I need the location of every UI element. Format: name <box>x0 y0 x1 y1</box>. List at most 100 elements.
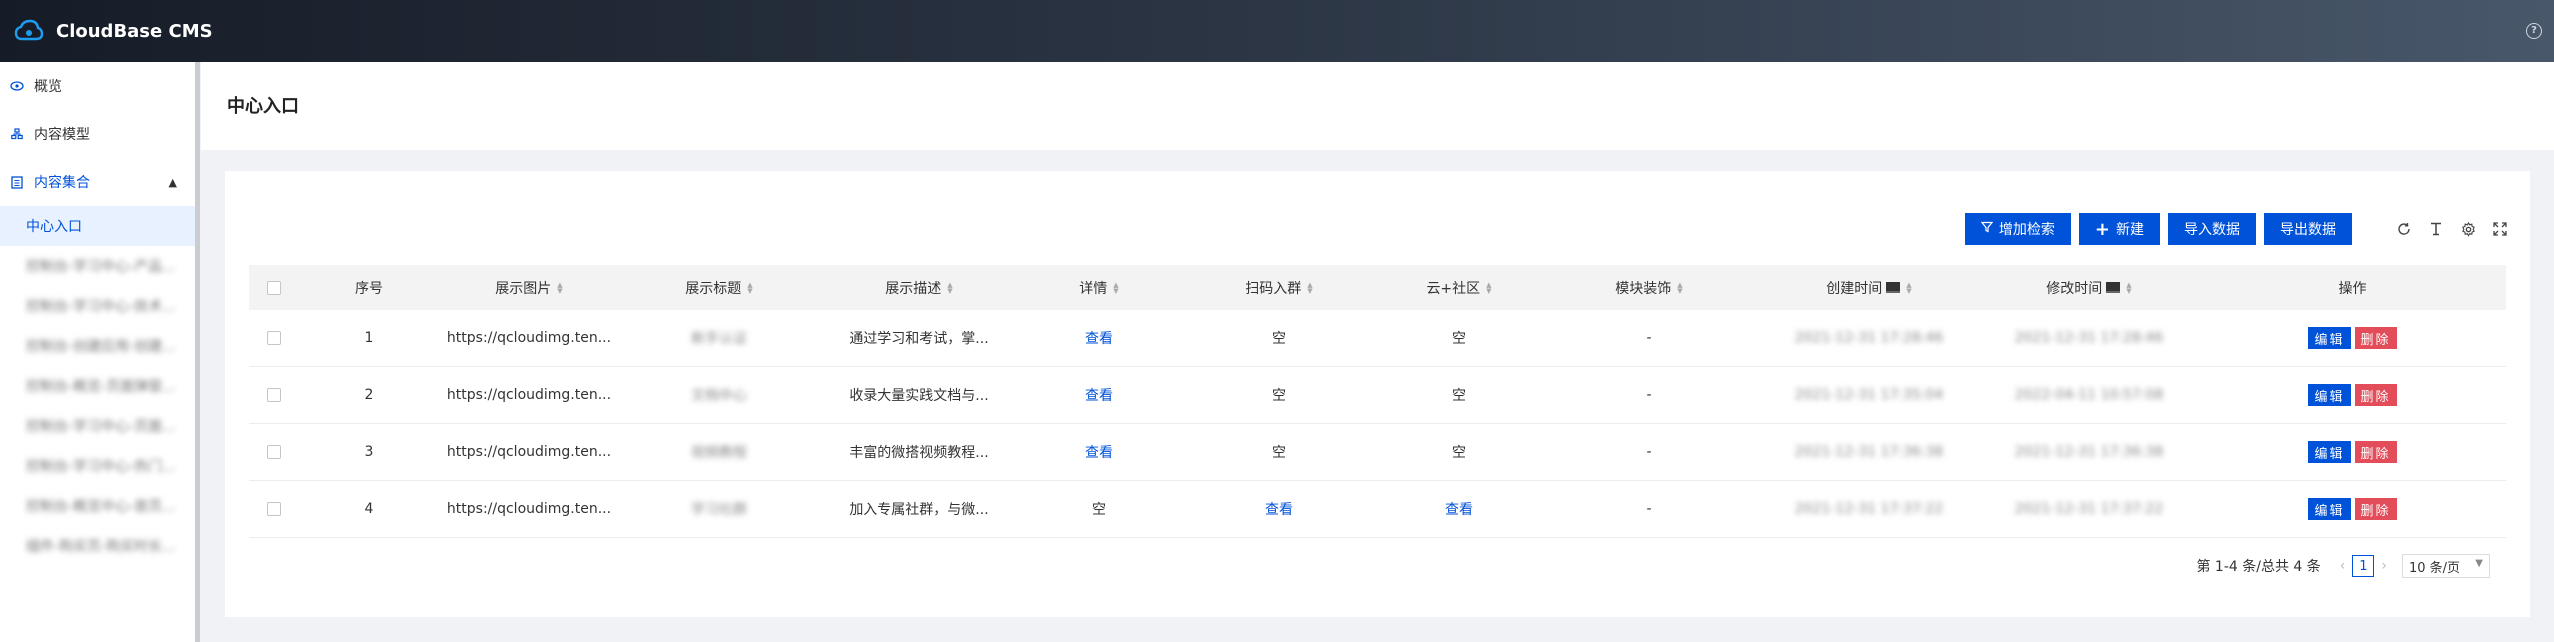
cell-index: 2 <box>364 387 374 403</box>
cell-desc: 加入专属社群，与微... <box>849 502 989 518</box>
sidebar-sub-item[interactable]: 控制台-概览-页面弹窗... <box>0 366 199 406</box>
pagination-summary: 第 1-4 条/总共 4 条 <box>2196 559 2321 575</box>
collection-icon <box>10 175 24 189</box>
delete-button[interactable]: 删除 <box>2354 327 2397 349</box>
cell-scan: 空 <box>1272 388 1286 404</box>
sidebar-sub-item[interactable]: 插件-购买页-购买时长... <box>0 526 199 566</box>
add-filter-button[interactable]: 增加检索 <box>1964 213 2071 245</box>
sidebar-sub-item[interactable]: 控制台-创建应用-创建... <box>0 326 199 366</box>
cell-modified: 2022-04-11 10:57:08 <box>2014 387 2164 403</box>
sidebar-sub-item[interactable]: 控制台-学习中心-热门... <box>0 446 199 486</box>
help-circle-icon[interactable]: ? <box>2526 23 2542 39</box>
settings-icon[interactable] <box>2460 221 2476 237</box>
cell-image-url: https://qcloudimg.ten... <box>446 444 612 460</box>
sidebar-item-content-collection[interactable]: 内容集合 ▲ <box>0 158 199 206</box>
edit-button[interactable]: 编辑 <box>2308 498 2351 520</box>
cell-scan: 空 <box>1272 445 1286 461</box>
cell-detail-link[interactable]: 查看 <box>1019 442 1179 462</box>
sidebar-sub-item-center-entry[interactable]: 中心入口 <box>0 206 199 246</box>
cell-modified: 2021-12-31 17:28:46 <box>2014 330 2164 346</box>
select-all-checkbox[interactable] <box>267 280 281 295</box>
cell-detail-link[interactable]: 查看 <box>1019 385 1179 405</box>
cell-created: 2021-12-31 17:28:46 <box>1794 330 1944 346</box>
text-height-icon[interactable] <box>2428 221 2444 237</box>
cell-desc: 丰富的微搭视频教程... <box>849 445 989 461</box>
chevron-right-icon[interactable]: › <box>2381 558 2387 574</box>
cell-module: - <box>1646 501 1652 517</box>
row-checkbox[interactable] <box>267 445 281 459</box>
fullscreen-icon[interactable] <box>2492 221 2508 237</box>
app-title: CloudBase CMS <box>56 20 213 42</box>
cell-scan-link[interactable]: 查看 <box>1179 499 1379 519</box>
cell-index: 1 <box>364 330 374 346</box>
table-header-row: 序号 展示图片 ▲ ▼ 展示标题 ▲ ▼ 展示描述 ▲ ▼ 详情 ▲ ▼ 扫码入群 ▲ ▼ 云+社区… <box>249 265 2506 310</box>
cell-created: 2021-12-31 17:36:38 <box>1794 444 1944 460</box>
eye-icon <box>10 79 24 93</box>
cell-modified: 2021-12-31 17:36:38 <box>2014 444 2164 460</box>
sort-icon[interactable]: ▲ ▼ <box>947 281 952 294</box>
sidebar-item-label: 概览 <box>34 79 62 95</box>
sort-icon[interactable]: ▲ ▼ <box>1486 281 1491 294</box>
delete-button[interactable]: 删除 <box>2354 441 2397 463</box>
cell-index: 3 <box>364 444 374 460</box>
cell-desc: 通过学习和考试，掌... <box>849 331 989 347</box>
new-button[interactable]: + 新建 <box>2078 213 2160 245</box>
cell-cloud-link[interactable]: 查看 <box>1379 499 1539 519</box>
refresh-icon[interactable] <box>2396 221 2412 237</box>
edit-button[interactable]: 编辑 <box>2308 327 2351 349</box>
row-checkbox[interactable] <box>267 388 281 402</box>
cloudbase-logo-icon[interactable] <box>12 14 46 48</box>
sort-icon[interactable]: ▲ ▼ <box>1113 281 1118 294</box>
sidebar-sub-item[interactable]: 控制台-学习中心-产品... <box>0 246 199 286</box>
delete-button[interactable]: 删除 <box>2354 384 2397 406</box>
sidebar-scrollbar[interactable] <box>195 62 200 642</box>
sidebar-sub-item[interactable]: 控制台-学习中心-页面... <box>0 406 199 446</box>
column-header-title[interactable]: 展示标题 ▲ ▼ <box>619 278 819 298</box>
page-number-button[interactable]: 1 <box>2352 555 2375 577</box>
cell-created: 2021-12-31 17:35:04 <box>1794 387 1944 403</box>
column-header-module[interactable]: 模块装饰 ▲ ▼ <box>1539 278 1759 298</box>
chevron-up-icon[interactable]: ▲ <box>169 176 177 189</box>
edit-button[interactable]: 编辑 <box>2308 441 2351 463</box>
page-size-select[interactable]: 10 条/页 ▼ <box>2402 554 2490 578</box>
cell-detail-link[interactable]: 查看 <box>1019 328 1179 348</box>
cell-image-url: https://qcloudimg.ten... <box>446 330 612 346</box>
sidebar-sub-item[interactable]: 控制台-学习中心-技术... <box>0 286 199 326</box>
delete-button[interactable]: 删除 <box>2354 498 2397 520</box>
cell-title: 学习社群 <box>691 502 747 518</box>
column-header-detail[interactable]: 详情 ▲ ▼ <box>1019 278 1179 298</box>
cell-cloud: 空 <box>1452 445 1466 461</box>
chevron-left-icon[interactable]: ‹ <box>2340 558 2346 574</box>
table-toolbar: 增加检索 + 新建 导入数据 导出数据 <box>1964 213 2530 245</box>
sidebar: 概览 内容模型 内容集合 ▲ 中心入口 控制台-学习中心-产品... 控制台-学… <box>0 62 200 642</box>
export-data-button[interactable]: 导出数据 <box>2264 213 2352 245</box>
import-data-button[interactable]: 导入数据 <box>2168 213 2256 245</box>
column-header-scan[interactable]: 扫码入群 ▲ ▼ <box>1179 278 1379 298</box>
cell-module: - <box>1646 330 1652 346</box>
cell-created: 2021-12-31 17:37:22 <box>1794 501 1944 517</box>
column-header-index: 序号 <box>355 280 383 297</box>
sort-icon[interactable]: ▲ ▼ <box>1677 281 1682 294</box>
row-checkbox[interactable] <box>267 331 281 345</box>
sort-icon[interactable]: ▲ ▼ <box>1307 281 1312 294</box>
column-header-image[interactable]: 展示图片 ▲ ▼ <box>439 278 619 298</box>
column-header-created[interactable]: 创建时间 ▲ ▼ <box>1759 278 1979 298</box>
cell-index: 4 <box>364 501 374 517</box>
sidebar-sub-item[interactable]: 控制台-概览中心-首页... <box>0 486 199 526</box>
monitor-icon <box>1886 282 1901 293</box>
sidebar-item-content-model[interactable]: 内容模型 <box>0 110 199 158</box>
sort-icon[interactable]: ▲ ▼ <box>2126 281 2131 294</box>
sidebar-item-overview[interactable]: 概览 <box>0 62 199 110</box>
cell-title: 视频教程 <box>691 445 747 461</box>
chevron-down-icon: ▼ <box>2475 558 2483 569</box>
column-header-modified[interactable]: 修改时间 ▲ ▼ <box>1979 278 2199 298</box>
column-header-cloud[interactable]: 云+社区 ▲ ▼ <box>1379 278 1539 298</box>
sort-icon[interactable]: ▲ ▼ <box>557 281 562 294</box>
page-title: 中心入口 <box>227 96 299 117</box>
sort-icon[interactable]: ▲ ▼ <box>1906 281 1911 294</box>
cell-image-url: https://qcloudimg.ten... <box>446 387 612 403</box>
column-header-desc[interactable]: 展示描述 ▲ ▼ <box>819 278 1019 298</box>
row-checkbox[interactable] <box>267 502 281 516</box>
sort-icon[interactable]: ▲ ▼ <box>747 281 752 294</box>
edit-button[interactable]: 编辑 <box>2308 384 2351 406</box>
